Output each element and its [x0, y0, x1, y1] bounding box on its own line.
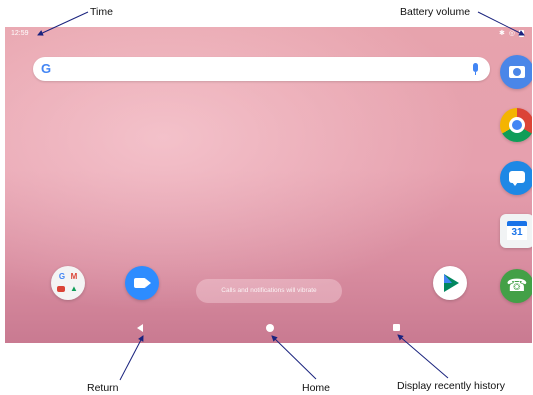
callout-return: Return — [87, 382, 119, 394]
calendar-day: 31 — [507, 226, 527, 240]
bluetooth-icon: ✱ — [499, 30, 505, 37]
recents-button[interactable] — [393, 324, 400, 331]
google-logo: G — [41, 61, 52, 76]
calendar-app-icon[interactable]: 31 — [500, 214, 532, 248]
callout-recently-history: Display recently history — [397, 380, 505, 392]
callout-home: Home — [302, 382, 331, 394]
video-meeting-app-icon[interactable] — [125, 266, 159, 300]
google-apps-folder-icon[interactable]: G M ▲ — [51, 266, 85, 300]
callout-battery-volume: Battery volume — [400, 6, 471, 18]
home-button[interactable] — [266, 324, 274, 332]
status-time: 12:59 — [11, 30, 29, 37]
callout-time: Time — [90, 6, 113, 18]
messages-app-icon[interactable] — [500, 161, 532, 195]
battery-icon — [519, 30, 524, 37]
tablet-home-screen: 12:59 ✱ ◎ G 31 ☎ G M ▲ Calls and notific… — [5, 27, 532, 343]
status-icons: ✱ ◎ — [499, 29, 524, 38]
vibrate-toast: Calls and notifications will vibrate — [196, 279, 342, 303]
vibrate-icon: ◎ — [508, 30, 515, 37]
camera-app-icon[interactable] — [500, 55, 532, 89]
chrome-app-icon[interactable] — [500, 108, 532, 142]
mic-icon[interactable] — [473, 63, 478, 75]
back-button[interactable] — [137, 324, 143, 332]
phone-app-icon[interactable]: ☎ — [500, 269, 532, 303]
google-search-bar[interactable]: G — [33, 57, 490, 81]
play-store-app-icon[interactable] — [433, 266, 467, 300]
status-bar: 12:59 ✱ ◎ — [5, 27, 532, 41]
